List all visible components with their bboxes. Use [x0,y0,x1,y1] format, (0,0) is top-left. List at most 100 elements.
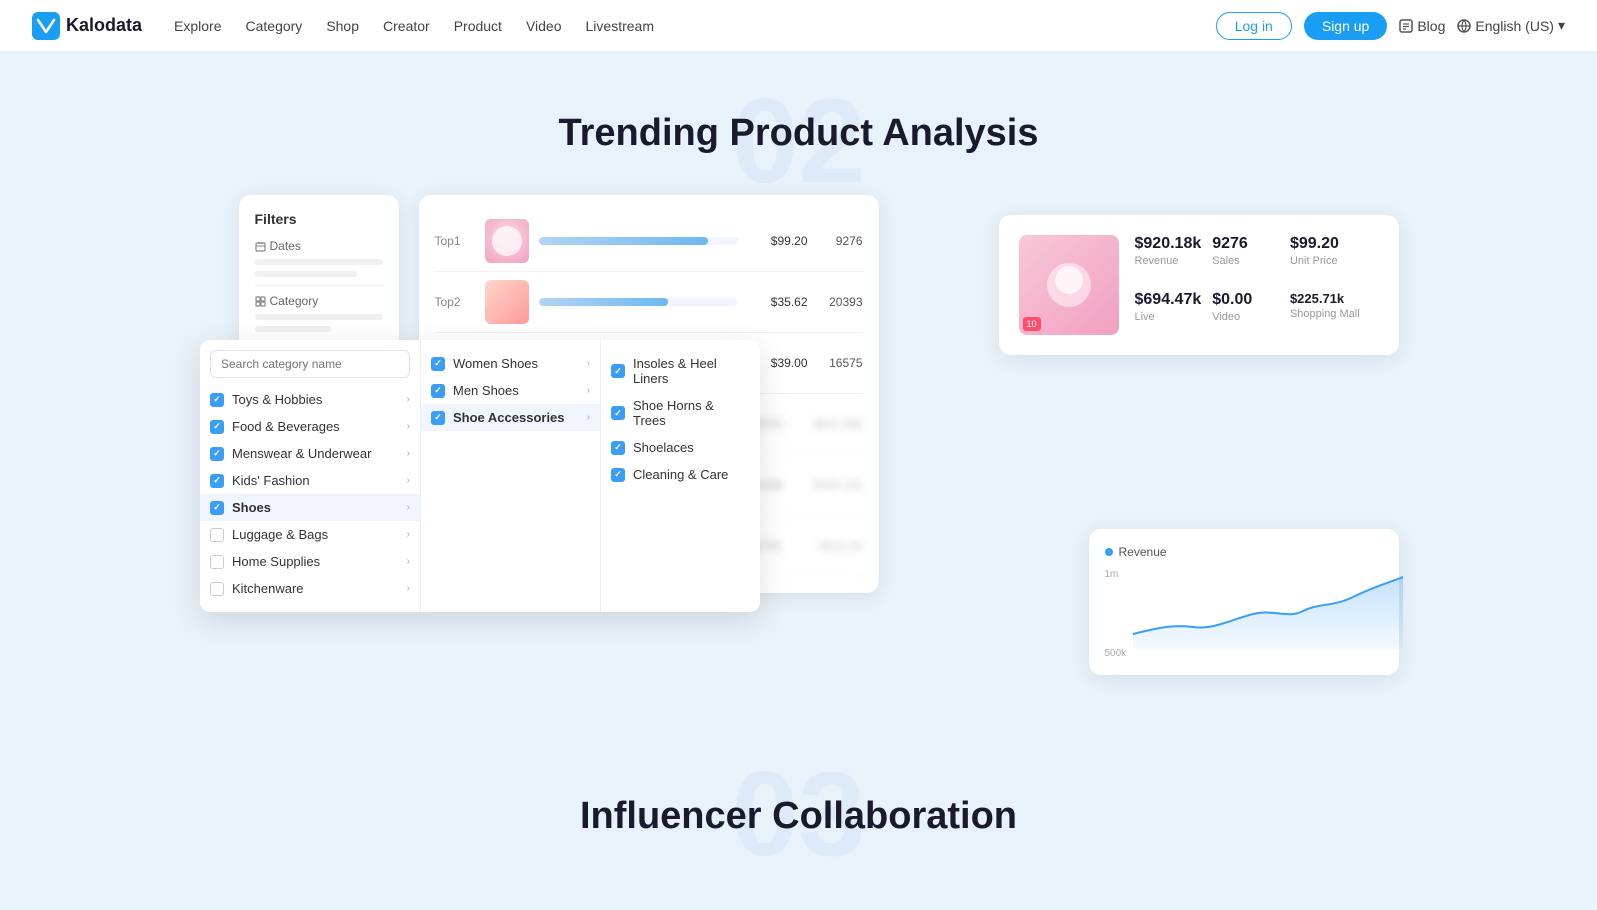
sales-label: Sales [1212,255,1282,267]
chevron-icon: › [407,583,410,594]
chevron-down-icon: ▾ [1558,17,1565,34]
sub-sub-item-insoles[interactable]: Insoles & Heel Liners [601,350,760,392]
category-label: Category [255,294,383,308]
checkbox-home[interactable] [210,555,224,569]
chevron-icon: › [407,448,410,459]
checkbox-kids[interactable] [210,474,224,488]
checkbox-kitchenware[interactable] [210,582,224,596]
dates-filter[interactable]: Dates [255,239,383,277]
nav-links: Explore Category Shop Creator Product Vi… [174,14,1216,38]
calendar-icon [255,241,266,252]
bar-area-1 [539,237,738,245]
logo[interactable]: Kalodata [32,12,142,40]
lang-label: English (US) [1475,18,1554,34]
category-item-menswear[interactable]: Menswear & Underwear › [200,440,420,467]
sub-item-men-shoes[interactable]: Men Shoes › [421,377,600,404]
checkbox-cleaning[interactable] [611,468,625,482]
price-2: $35.62 [748,295,808,309]
category-search-input[interactable] [210,350,410,378]
cat-label-food: Food & Beverages [232,419,399,434]
checkbox-shoe-accessories[interactable] [431,411,445,425]
category-item-home[interactable]: Home Supplies › [200,548,420,575]
category-item-kitchenware[interactable]: Kitchenware › [200,575,420,602]
stat-shopping-mall: $225.71k Shopping Mall [1290,291,1360,335]
chevron-icon: › [407,556,410,567]
cat-label-luggage: Luggage & Bags [232,527,399,542]
cat-label-menswear: Menswear & Underwear [232,446,399,461]
sub-item-shoe-accessories[interactable]: Shoe Accessories › [421,404,600,431]
live-value: $694.47k [1135,291,1205,309]
nav-video[interactable]: Video [526,14,562,38]
sub-sub-label-shoelaces: Shoelaces [633,440,694,455]
bottom-title: Influencer Collaboration [0,795,1597,838]
sub-label-men-shoes: Men Shoes [453,383,519,398]
globe-icon [1457,19,1471,33]
nav-explore[interactable]: Explore [174,14,221,38]
chevron-icon: › [407,421,410,432]
revenue-chart-svg [1133,569,1403,649]
language-selector[interactable]: English (US) ▾ [1457,17,1565,34]
chevron-icon: › [407,475,410,486]
table-row: Top1 $99.20 9276 [435,211,863,272]
checkbox-menswear[interactable] [210,447,224,461]
sub-sub-item-cleaning[interactable]: Cleaning & Care [601,461,760,488]
nav-category[interactable]: Category [246,14,303,38]
checkbox-men-shoes[interactable] [431,384,445,398]
category-item-shoes[interactable]: Shoes › [200,494,420,521]
checkbox-toys[interactable] [210,393,224,407]
nav-creator[interactable]: Creator [383,14,430,38]
sub-sub-item-shoelaces[interactable]: Shoelaces [601,434,760,461]
checkbox-insoles[interactable] [611,364,625,378]
checkbox-shoelaces[interactable] [611,441,625,455]
product-image: 10 [1019,235,1119,335]
nav-right: Log in Sign up Blog English (US) ▾ [1216,12,1565,40]
nav-product[interactable]: Product [454,14,502,38]
chevron-icon: › [407,394,410,405]
checkbox-shoes[interactable] [210,501,224,515]
product-stats: $920.18k Revenue 9276 Sales $99.20 Unit … [1135,235,1360,335]
category-item-toys[interactable]: Toys & Hobbies › [200,386,420,413]
table-row: Top2 $35.62 20393 [435,272,863,333]
sub-sub-label-shoe-horns: Shoe Horns & Trees [633,398,750,428]
nav-livestream[interactable]: Livestream [586,14,654,38]
blog-link[interactable]: Blog [1399,18,1445,34]
blog-icon [1399,19,1413,33]
filters-title: Filters [255,211,383,227]
chevron-icon: › [587,358,590,369]
checkbox-food[interactable] [210,420,224,434]
login-button[interactable]: Log in [1216,12,1292,40]
cat-label-home: Home Supplies [232,554,399,569]
y-label-top: 1m [1105,569,1119,580]
sub-label-women-shoes: Women Shoes [453,356,538,371]
product-thumb-2 [485,280,529,324]
chevron-icon: › [587,385,590,396]
sub-category-panel: Women Shoes › Men Shoes › Shoe Accessori… [420,340,600,612]
stat-sales: 9276 Sales [1212,235,1282,279]
product-img-graphic [1039,255,1099,315]
checkbox-shoe-horns[interactable] [611,406,625,420]
category-icon [255,296,266,307]
shopping-mall-value: $225.71k [1290,291,1360,306]
category-filter[interactable]: Category [255,294,383,332]
video-value: $0.00 [1212,291,1282,309]
sales-1: 9276 [818,234,863,248]
sub-item-women-shoes[interactable]: Women Shoes › [421,350,600,377]
unit-price-label: Unit Price [1290,255,1360,267]
cat-label-toys: Toys & Hobbies [232,392,399,407]
revenue-chart: Revenue 1m 500k [1089,529,1399,675]
sub-sub-label-cleaning: Cleaning & Care [633,467,728,482]
revenue-value: $920.18k [1135,235,1205,253]
sub-sub-item-shoe-horns[interactable]: Shoe Horns & Trees [601,392,760,434]
sub-sub-category-panel: Insoles & Heel Liners Shoe Horns & Trees… [600,340,760,612]
checkbox-women-shoes[interactable] [431,357,445,371]
nav-shop[interactable]: Shop [326,14,359,38]
checkbox-luggage[interactable] [210,528,224,542]
category-dropdown: Toys & Hobbies › Food & Beverages › Mens… [200,340,760,612]
signup-button[interactable]: Sign up [1304,12,1387,40]
stat-live: $694.47k Live [1135,291,1205,335]
category-item-luggage[interactable]: Luggage & Bags › [200,521,420,548]
bar-area-2 [539,298,738,306]
hero-section: 02 Trending Product Analysis [0,52,1597,195]
category-item-food[interactable]: Food & Beverages › [200,413,420,440]
category-item-kids[interactable]: Kids' Fashion › [200,467,420,494]
